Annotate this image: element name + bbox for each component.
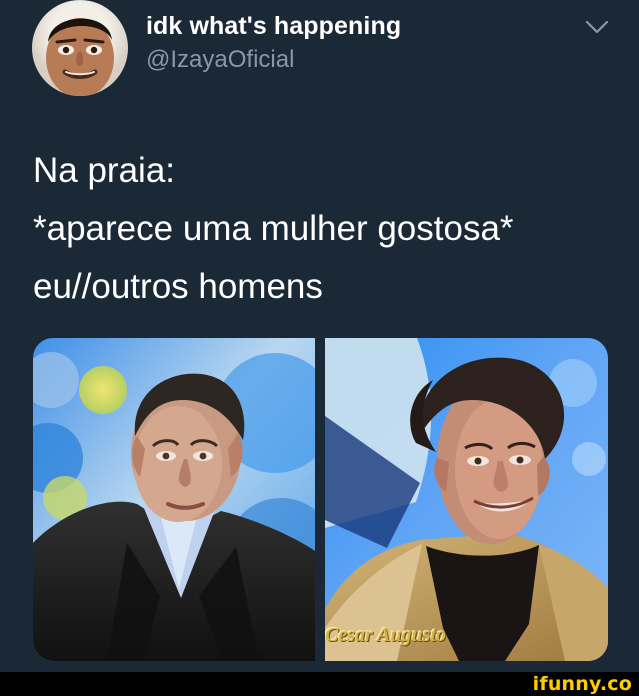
media-right-image: Cesar Augusto <box>325 338 608 661</box>
ifunny-watermark: ifunny.co <box>532 673 632 695</box>
avatar[interactable] <box>32 0 128 96</box>
user-handle[interactable]: @IzayaOficial <box>146 45 294 75</box>
chevron-down-icon[interactable] <box>584 18 610 36</box>
tweet-media[interactable]: Cesar Augusto <box>33 338 608 661</box>
tweet-text-line-3: eu//outros homens <box>33 267 323 306</box>
media-left-image <box>33 338 315 661</box>
tweet-text: Na praia: *aparece uma mulher gostosa* e… <box>33 142 613 316</box>
avatar-face-image <box>46 18 114 96</box>
media-divider <box>315 338 325 661</box>
display-name[interactable]: idk what's happening <box>146 10 401 42</box>
video-caption: Cesar Augusto <box>325 624 446 646</box>
tweet-card: idk what's happening @IzayaOficial Na pr… <box>0 0 639 672</box>
tweet-text-line-2: *aparece uma mulher gostosa* <box>33 209 514 248</box>
smiling-man-in-tan-jacket-image <box>325 338 608 661</box>
man-in-black-jacket-image <box>33 338 315 661</box>
ifunny-footer-bar: ifunny.co <box>0 672 639 696</box>
tweet-text-line-1: Na praia: <box>33 151 176 190</box>
